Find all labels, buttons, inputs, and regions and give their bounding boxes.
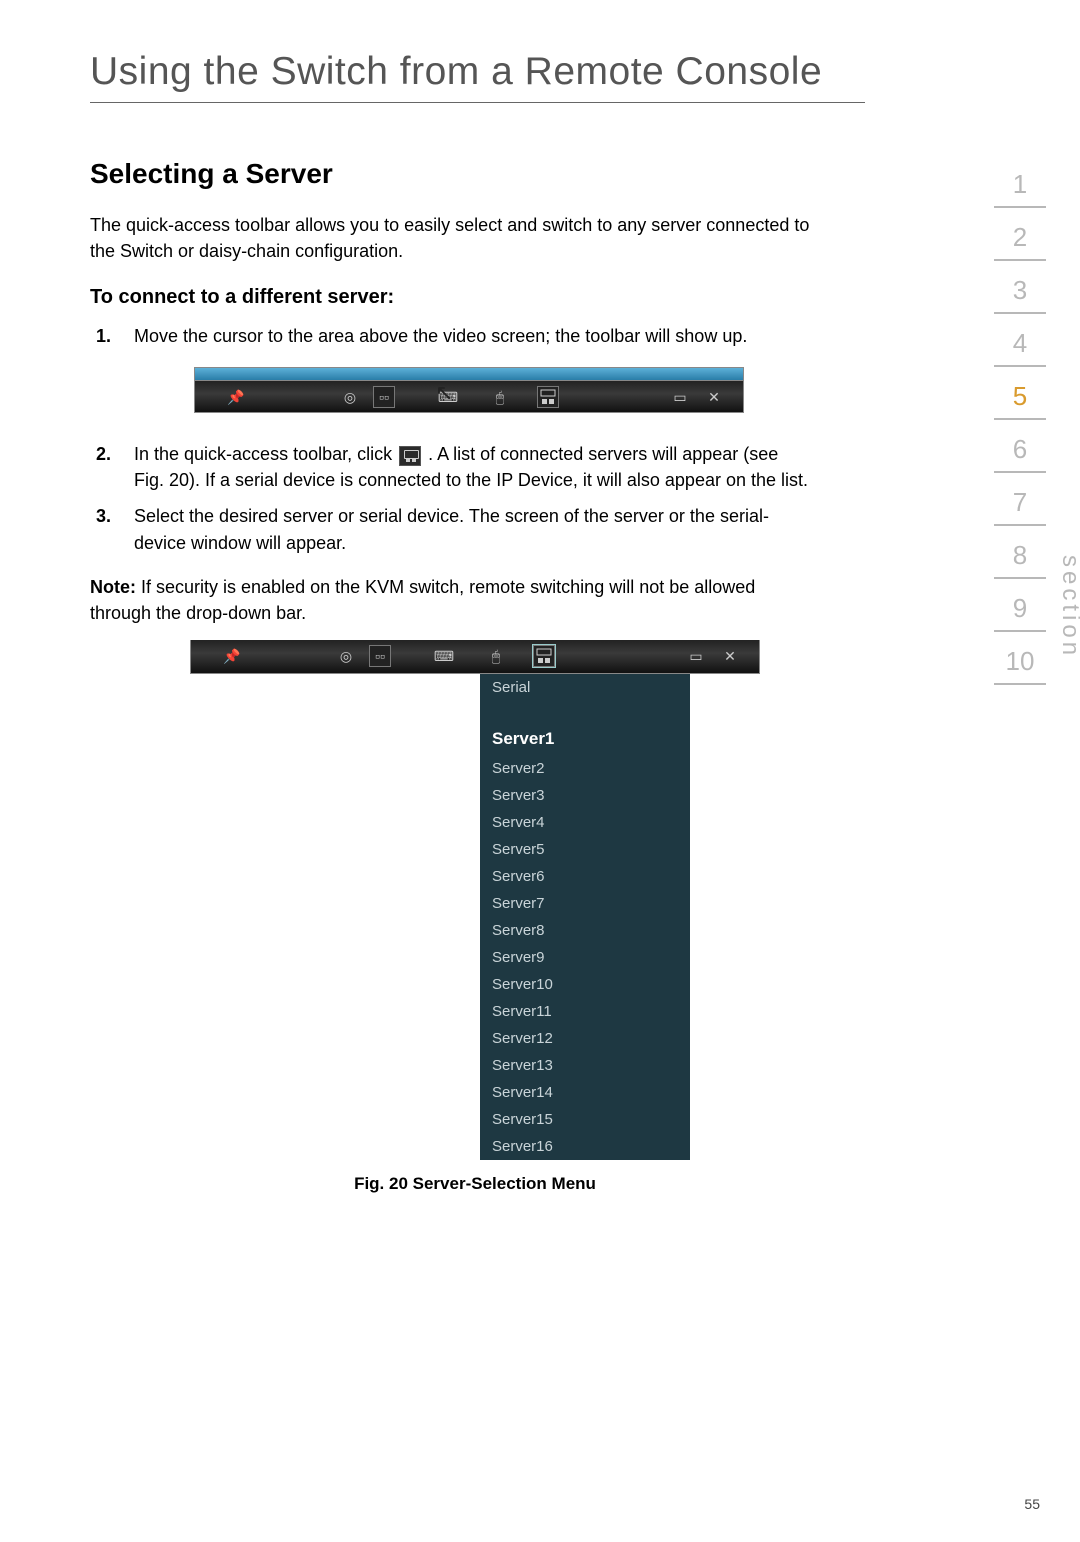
close-icon[interactable]: ✕ [719, 645, 741, 667]
quick-access-toolbar: 📌 ◎ ▫▫ ⌨ 🖱 ▭ ✕ [190, 640, 760, 674]
subheading: To connect to a different server: [90, 286, 810, 309]
pin-icon[interactable]: 📌 [225, 386, 247, 408]
target-icon[interactable]: ◎ [339, 386, 361, 408]
pin-icon[interactable]: 📌 [221, 645, 243, 667]
mouse-icon[interactable]: 🖱 [489, 386, 511, 408]
section-nav-item[interactable]: 9 [994, 579, 1046, 632]
dropdown-item-serial[interactable]: Serial [480, 674, 690, 701]
step-text-a: In the quick-access toolbar, click [134, 444, 397, 464]
step-number: 3. [96, 503, 111, 529]
dropdown-item[interactable]: Server12 [480, 1025, 690, 1052]
step-text: Select the desired server or serial devi… [134, 506, 769, 552]
figure-server-menu: 📌 ◎ ▫▫ ⌨ 🖱 ▭ ✕ Serial Server1 Server2 Se… [190, 640, 760, 1160]
title-rule [90, 102, 865, 103]
dropdown-item-current[interactable]: Server1 [480, 719, 690, 755]
dropdown-item[interactable]: Server16 [480, 1133, 690, 1160]
dropdown-item[interactable]: Server10 [480, 971, 690, 998]
section-nav-item[interactable]: 2 [994, 208, 1046, 261]
dropdown-item[interactable]: Server4 [480, 809, 690, 836]
step-number: 2. [96, 441, 111, 467]
dropdown-item[interactable]: Server9 [480, 944, 690, 971]
section-nav-item[interactable]: 4 [994, 314, 1046, 367]
step-3: 3. Select the desired server or serial d… [90, 503, 810, 555]
video-settings-icon[interactable]: ▫▫ [369, 645, 391, 667]
figure-caption: Fig. 20 Server-Selection Menu [180, 1174, 770, 1194]
steps-list: 1. Move the cursor to the area above the… [90, 323, 810, 555]
close-icon[interactable]: ✕ [703, 386, 725, 408]
step-text: Move the cursor to the area above the vi… [134, 326, 747, 346]
section-nav-item[interactable]: 1 [994, 155, 1046, 208]
note-label: Note: [90, 577, 136, 597]
target-icon[interactable]: ◎ [335, 645, 357, 667]
minimize-icon[interactable]: ▭ [685, 645, 707, 667]
dropdown-separator [480, 701, 690, 719]
section-nav-item[interactable]: 10 [994, 632, 1046, 685]
dropdown-item[interactable]: Server7 [480, 890, 690, 917]
keyboard-icon[interactable]: ⌨ [433, 645, 455, 667]
step-1: 1. Move the cursor to the area above the… [90, 323, 810, 413]
quick-access-toolbar: ↖ 📌 ◎ ▫▫ ⌨ 🖱 ▭ ✕ [194, 381, 744, 413]
intro-paragraph: The quick-access toolbar allows you to e… [90, 212, 810, 264]
dropdown-item[interactable]: Server14 [480, 1079, 690, 1106]
figure-toolbar: ↖ 📌 ◎ ▫▫ ⌨ 🖱 ▭ ✕ [194, 367, 810, 413]
note-text: If security is enabled on the KVM switch… [90, 577, 755, 623]
page-number: 55 [1024, 1496, 1040, 1512]
dropdown-item[interactable]: Server6 [480, 863, 690, 890]
minimize-icon[interactable]: ▭ [669, 386, 691, 408]
step-number: 1. [96, 323, 111, 349]
window-titlebar [194, 367, 744, 381]
dropdown-item[interactable]: Server13 [480, 1052, 690, 1079]
mouse-icon[interactable]: 🖱 [485, 645, 507, 667]
section-nav-item[interactable]: 8 [994, 526, 1046, 579]
dropdown-item[interactable]: Server11 [480, 998, 690, 1025]
server-list-icon[interactable] [533, 645, 555, 667]
step-2: 2. In the quick-access toolbar, click . … [90, 441, 810, 493]
cursor-icon: ↖ [435, 377, 453, 409]
dropdown-item[interactable]: Server8 [480, 917, 690, 944]
dropdown-item[interactable]: Server5 [480, 836, 690, 863]
server-list-icon [399, 446, 421, 466]
dropdown-item[interactable]: Server3 [480, 782, 690, 809]
section-nav-item[interactable]: 6 [994, 420, 1046, 473]
server-list-icon[interactable] [537, 386, 559, 408]
section-nav-item[interactable]: 7 [994, 473, 1046, 526]
dropdown-item[interactable]: Server15 [480, 1106, 690, 1133]
section-nav-item[interactable]: 3 [994, 261, 1046, 314]
section-label: section [1056, 555, 1080, 659]
section-nav-item-active[interactable]: 5 [994, 367, 1046, 420]
content-column: Selecting a Server The quick-access tool… [90, 158, 810, 1194]
section-nav: 1 2 3 4 5 6 7 8 9 10 [994, 155, 1046, 685]
note-paragraph: Note: If security is enabled on the KVM … [90, 574, 810, 626]
dropdown-item[interactable]: Server2 [480, 755, 690, 782]
video-settings-icon[interactable]: ▫▫ [373, 386, 395, 408]
section-heading: Selecting a Server [90, 158, 810, 190]
page-title: Using the Switch from a Remote Console [90, 50, 1040, 94]
server-dropdown: Serial Server1 Server2 Server3 Server4 S… [480, 674, 690, 1160]
